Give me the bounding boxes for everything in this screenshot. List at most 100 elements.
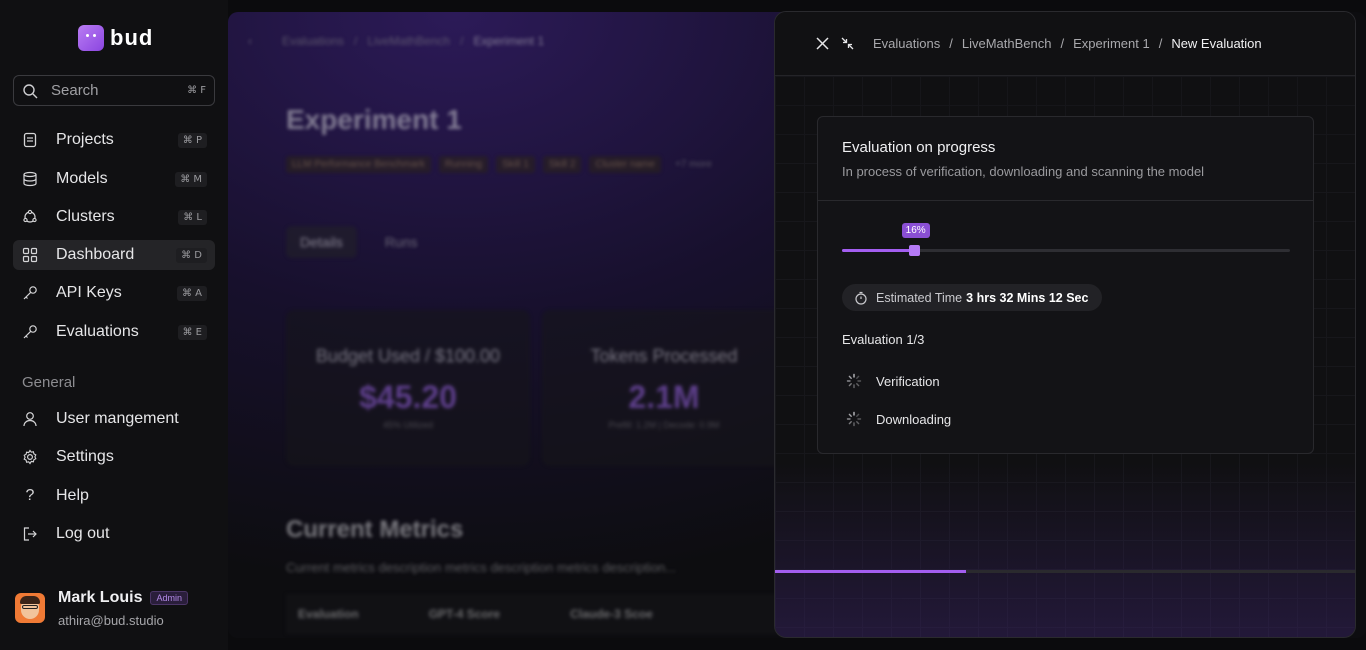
sidebar-item-label: User mangement (56, 410, 179, 427)
progress-panel: Evaluation on progress In process of ver… (817, 116, 1314, 454)
breadcrumb-current: Experiment 1 (473, 34, 545, 48)
tag: Skill 2 (542, 156, 582, 173)
breadcrumb: Evaluations / LiveMathBench / Experiment… (873, 36, 1262, 51)
user-profile[interactable]: Mark Louis Admin athira@bud.studio (15, 589, 188, 628)
search-placeholder: Search (51, 82, 99, 99)
evaluation-counter: Evaluation 1/3 (842, 332, 925, 347)
tag-list: LLM Performance Benchmark Running Skill … (286, 156, 718, 173)
shortcut-hint: ⌘ A (176, 285, 207, 301)
shortcut-hint: ⌘ M (175, 171, 207, 187)
sidebar-item-label: Clusters (56, 208, 115, 225)
progress-bar: 16% (842, 221, 1290, 261)
sidebar-item-label: Models (56, 170, 108, 187)
section-heading-general: General (22, 374, 76, 391)
stat-card: Tokens Processed 2.1M Prefill: 1.2M | De… (542, 310, 786, 466)
tab-bar: Details Runs (286, 226, 431, 258)
glow-overlay (775, 462, 1355, 637)
sidebar-item-help[interactable]: ? Help (13, 481, 215, 511)
column-header: GPT-4 Score (428, 607, 501, 621)
sidebar-item-evaluations[interactable]: Evaluations ⌘ E (13, 317, 215, 347)
sidebar-item-label: Projects (56, 131, 114, 148)
breadcrumb-separator: / (1158, 36, 1163, 51)
breadcrumb-item[interactable]: LiveMathBench (962, 36, 1052, 51)
eta-value: 3 hrs 32 Mins 12 Sec (966, 290, 1089, 305)
breadcrumb-current: New Evaluation (1171, 36, 1262, 51)
brand-name: bud (110, 25, 154, 50)
card-title: Budget Used / $100.00 (315, 346, 501, 366)
sidebar-item-label: Settings (56, 448, 114, 465)
card-value: 2.1M (628, 379, 700, 415)
card-subtext: 45% Utilized (382, 420, 434, 430)
shortcut-hint: ⌘ D (176, 247, 207, 263)
shortcut-hint: ⌘ E (177, 324, 207, 340)
breadcrumb-separator: / (949, 36, 953, 51)
panel-subtitle: In process of verification, downloading … (842, 164, 1205, 179)
sidebar-item-api-keys[interactable]: API Keys ⌘ A (13, 278, 215, 308)
cluster-icon (21, 208, 39, 226)
database-icon (21, 170, 39, 188)
minimize-icon[interactable] (840, 37, 854, 51)
breadcrumb-item[interactable]: Evaluations (873, 36, 940, 51)
breadcrumb-item[interactable]: LiveMathBench (367, 34, 450, 48)
sidebar-item-user-management[interactable]: User mangement (13, 404, 215, 434)
search-input[interactable]: Search ⌘ F (13, 75, 215, 106)
column-header: Evaluation (298, 607, 359, 621)
tab-runs[interactable]: Runs (371, 226, 432, 258)
step-item: Downloading (846, 411, 951, 427)
spinner-icon (846, 411, 862, 427)
breadcrumb: ‹ Evaluations / LiveMathBench / Experime… (248, 34, 544, 48)
breadcrumb-separator: / (460, 34, 464, 48)
panel-title: Evaluation on progress (842, 139, 996, 156)
logo-icon (78, 25, 104, 51)
card-subtext: Prefill: 1.2M | Decode: 0.9M (608, 420, 720, 430)
search-shortcut: ⌘ F (187, 85, 206, 96)
user-icon (21, 410, 39, 428)
brand-logo[interactable]: bud (78, 25, 153, 51)
sidebar: bud Search ⌘ F Projects ⌘ P Models ⌘ M C… (0, 0, 228, 650)
progress-percent: 16% (901, 223, 930, 238)
step-label: Verification (876, 373, 940, 389)
avatar (15, 593, 45, 623)
step-item: Verification (846, 373, 940, 389)
card-value: $45.20 (359, 379, 457, 415)
sidebar-item-settings[interactable]: Settings (13, 442, 215, 472)
column-header: Claude-3 Scoe (570, 607, 653, 621)
question-icon: ? (25, 487, 35, 504)
footer-progress-fill (775, 570, 967, 573)
tab-details[interactable]: Details (286, 226, 357, 258)
drawer-header: Evaluations / LiveMathBench / Experiment… (775, 12, 1355, 76)
progress-knob (908, 245, 920, 256)
grid-icon (21, 246, 39, 264)
more-tags[interactable]: +7 more (669, 156, 718, 173)
breadcrumb-item[interactable]: Experiment 1 (1073, 36, 1150, 51)
sidebar-item-models[interactable]: Models ⌘ M (13, 164, 215, 194)
logout-icon (21, 525, 39, 543)
close-icon[interactable] (815, 37, 829, 51)
sidebar-item-label: API Keys (56, 284, 122, 301)
back-icon[interactable]: ‹ (248, 34, 252, 48)
stat-card: Budget Used / $100.00 $45.20 45% Utilize… (286, 310, 530, 466)
sidebar-item-dashboard[interactable]: Dashboard ⌘ D (13, 240, 215, 270)
shortcut-hint: ⌘ L (178, 209, 207, 225)
breadcrumb-separator: / (354, 34, 358, 48)
evaluation-drawer: Evaluations / LiveMathBench / Experiment… (774, 11, 1356, 638)
spinner-icon (846, 373, 862, 389)
key-icon (21, 323, 39, 341)
sidebar-item-projects[interactable]: Projects ⌘ P (13, 125, 215, 155)
user-name: Mark Louis (58, 589, 143, 606)
tag: Running (438, 156, 489, 173)
document-icon (21, 131, 39, 149)
sidebar-item-label: Evaluations (56, 323, 139, 340)
breadcrumb-item[interactable]: Evaluations (282, 34, 344, 48)
eta-label: Estimated Time (876, 290, 963, 305)
sidebar-item-logout[interactable]: Log out (13, 519, 215, 549)
timer-icon (855, 291, 867, 305)
role-badge: Admin (150, 591, 188, 605)
breadcrumb-separator: / (1060, 36, 1065, 51)
sidebar-item-label: Help (56, 487, 89, 504)
sidebar-item-clusters[interactable]: Clusters ⌘ L (13, 202, 215, 232)
sidebar-item-label: Log out (56, 525, 110, 542)
gear-icon (21, 448, 39, 466)
tag: Cluster name (589, 156, 661, 173)
progress-fill (842, 249, 914, 252)
